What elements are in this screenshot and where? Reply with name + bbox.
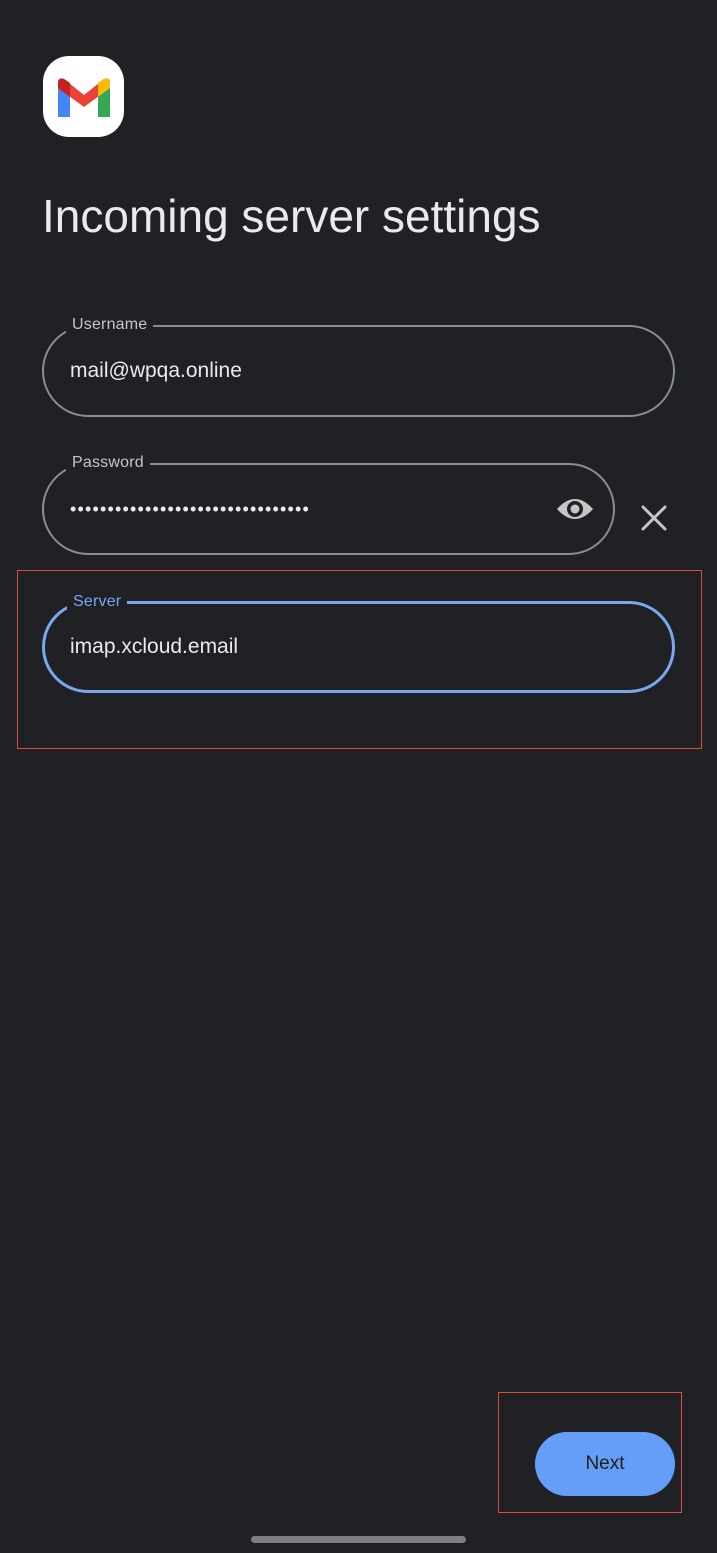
username-value: mail@wpqa.online [70,359,242,382]
username-field[interactable]: Username mail@wpqa.online [42,314,675,417]
server-field[interactable]: Server imap.xcloud.email [42,591,675,693]
home-indicator[interactable] [251,1536,466,1543]
gmail-logo-icon [43,56,124,137]
gmail-logo-svg [57,78,110,117]
page-title: Incoming server settings [42,190,541,242]
close-icon[interactable] [636,500,672,536]
server-value: imap.xcloud.email [70,635,239,658]
password-field[interactable]: Password •••••••••••••••••••••••••••••••… [42,452,615,555]
password-value: •••••••••••••••••••••••••••••••• [70,499,311,519]
next-button[interactable]: Next [535,1432,675,1496]
close-icon-svg [641,505,667,531]
incoming-server-settings-screen: Incoming server settings Username mail@w… [0,0,717,1553]
eye-icon[interactable] [555,491,595,527]
eye-icon-svg [557,499,593,519]
